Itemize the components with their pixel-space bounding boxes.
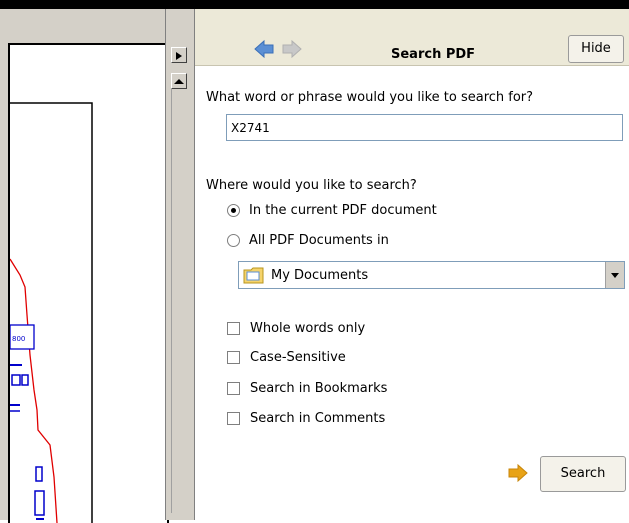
panel-title: Search PDF [391, 47, 476, 62]
back-arrow-icon[interactable] [253, 39, 275, 59]
search-bookmarks-label[interactable]: Search in Bookmarks [250, 381, 387, 396]
blue-component [11, 374, 21, 386]
document-drawing: 800 [10, 102, 93, 523]
blue-component [35, 466, 43, 482]
search-comments-label[interactable]: Search in Comments [250, 411, 385, 426]
document-pane: 800 [0, 9, 171, 523]
triangle-up-icon [174, 79, 184, 84]
case-sensitive-label[interactable]: Case-Sensitive [250, 350, 346, 365]
chevron-down-icon [611, 273, 619, 278]
whole-words-label[interactable]: Whole words only [250, 321, 365, 336]
box-label: 800 [12, 335, 25, 343]
location-dropdown[interactable]: My Documents [238, 261, 625, 289]
location-value: My Documents [271, 268, 369, 283]
drawing-frame [10, 102, 93, 523]
radio-current-document[interactable] [227, 204, 240, 217]
search-question-label: What word or phrase would you like to se… [206, 90, 534, 105]
triangle-right-icon [176, 52, 182, 60]
panel-header: Search PDF Hide [195, 9, 629, 66]
red-boundary-line [10, 258, 58, 523]
folder-icon [243, 267, 264, 284]
search-button[interactable]: Search [540, 456, 626, 492]
vertical-scrollbar[interactable] [171, 89, 188, 513]
radio-all-documents[interactable] [227, 234, 240, 247]
dropdown-arrow-button[interactable] [605, 262, 624, 288]
checkbox-whole-words[interactable] [227, 322, 240, 335]
search-input[interactable]: X2741 [226, 114, 623, 141]
window-top-bar [0, 0, 629, 9]
where-label: Where would you like to search? [206, 178, 417, 193]
radio-current-document-label[interactable]: In the current PDF document [249, 203, 437, 218]
scroll-up-button[interactable] [171, 73, 187, 89]
radio-all-documents-label[interactable]: All PDF Documents in [249, 233, 389, 248]
document-page: 800 [8, 43, 169, 523]
expand-pane-button[interactable] [171, 47, 187, 63]
search-go-arrow-icon [508, 463, 528, 483]
forward-arrow-icon[interactable] [281, 39, 303, 59]
blue-component [34, 490, 45, 516]
checkbox-case-sensitive[interactable] [227, 351, 240, 364]
hide-button[interactable]: Hide [568, 35, 624, 63]
checkbox-search-bookmarks[interactable] [227, 382, 240, 395]
blue-component [21, 374, 29, 386]
checkbox-search-comments[interactable] [227, 412, 240, 425]
